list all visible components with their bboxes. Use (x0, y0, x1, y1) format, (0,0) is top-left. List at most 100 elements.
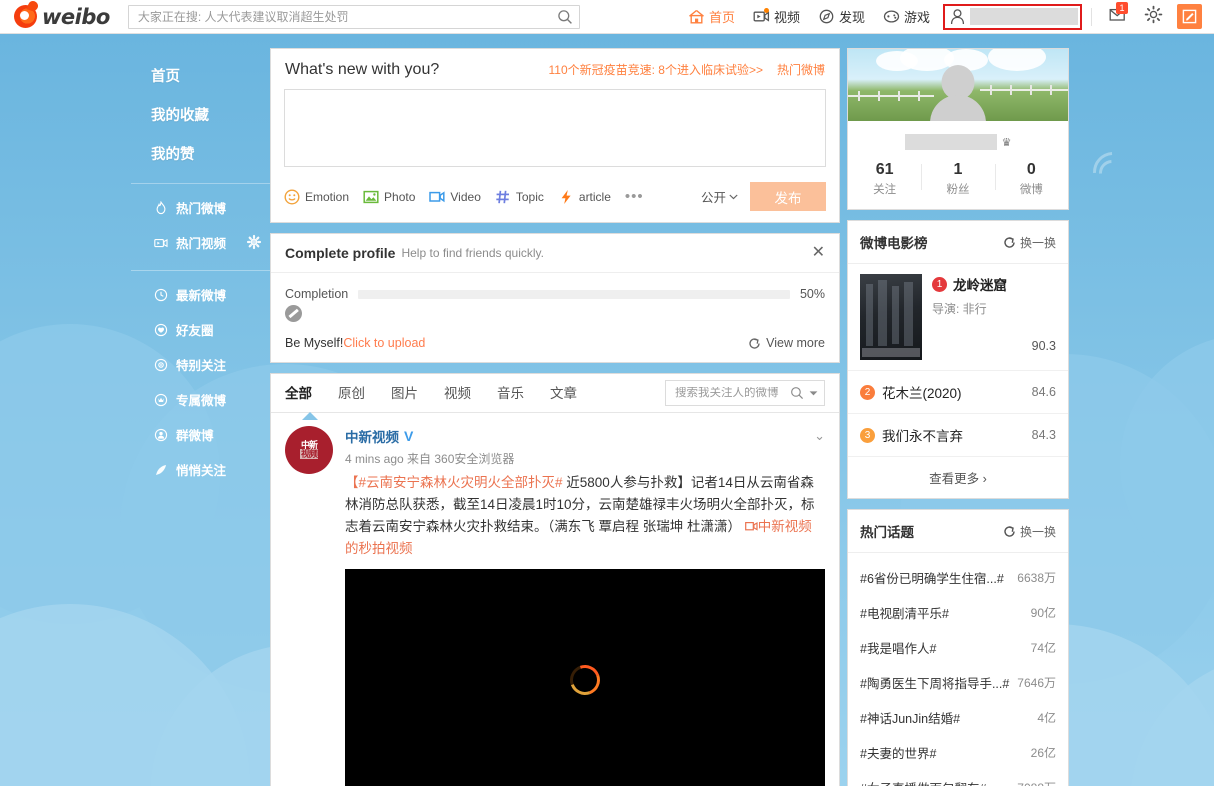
privacy-label: 公开 (700, 191, 726, 205)
topic-row[interactable]: #6省份已明确学生住宿...# 6638万 (848, 560, 1068, 595)
home-icon (688, 9, 705, 24)
video-icon (753, 8, 770, 24)
topic-count: 26亿 (1030, 746, 1056, 760)
feed-search-input[interactable] (675, 387, 785, 399)
user-account-box[interactable] (943, 3, 1082, 30)
more-tools-button[interactable]: ••• (625, 188, 644, 205)
feed-post: 中新 视频 中新视频 V ⌄ 4 mins ago 来自 360安全浏览器 【#… (271, 413, 839, 786)
movie-top-entry[interactable]: 1 龙岭迷窟 导演: 非行 90.3 (848, 264, 1068, 371)
close-icon[interactable]: ✕ (812, 245, 825, 261)
publish-button[interactable]: 发布 (750, 182, 826, 211)
weibo-eye-icon (14, 5, 37, 28)
sidebar-item-likes[interactable]: 我的赞 (131, 134, 270, 173)
compose-weibo-button[interactable] (1177, 4, 1202, 29)
movie-row[interactable]: 3 我们永不言弃 84.3 (848, 414, 1068, 457)
complete-profile-header: Complete profile Help to find friends qu… (271, 234, 839, 273)
article-tool[interactable]: article (558, 189, 611, 205)
nav-item-home[interactable]: 首页 (679, 0, 744, 34)
feather-icon (154, 463, 168, 477)
publisher-textarea[interactable] (284, 89, 826, 167)
post-body: 中新视频 V ⌄ 4 mins ago 来自 360安全浏览器 【#云南安宁森林… (345, 426, 825, 786)
settings-button[interactable] (1136, 5, 1171, 29)
nav-item-discover[interactable]: 发现 (809, 0, 874, 34)
search-icon[interactable] (557, 9, 573, 25)
privacy-selector[interactable]: 公开 (701, 187, 738, 206)
chevron-down-icon[interactable] (809, 390, 818, 397)
feed-search-box[interactable] (665, 380, 825, 406)
sidebar-item-exclusive-weibo[interactable]: 专属微博 (131, 382, 270, 417)
profile-name-row: ♛ (848, 121, 1068, 152)
topic-row[interactable]: #夫妻的世界# 26亿 (848, 735, 1068, 770)
sidebar-item-special-follow[interactable]: 特别关注 (131, 347, 270, 382)
topic-row[interactable]: #神话JunJin结婚# 4亿 (848, 700, 1068, 735)
topic-row[interactable]: #我是唱作人# 74亿 (848, 630, 1068, 665)
promo-link[interactable]: 110个新冠疫苗竞速: 8个进入临床试验>> (548, 61, 763, 78)
sidebar-item-hot-weibo[interactable]: 热门微博 (131, 190, 270, 225)
user-name-redacted (970, 8, 1078, 25)
post-author-name[interactable]: 中新视频 (345, 426, 399, 446)
feed-tab-bar: 全部 原创 图片 视频 音乐 文章 (271, 374, 839, 420)
publisher-title: What's new with you? (285, 61, 440, 78)
be-myself-label: Be Myself! (285, 336, 344, 350)
movie-title[interactable]: 龙岭迷窟 (953, 274, 1007, 294)
sidebar-item-hot-weibo-label: 热门微博 (176, 202, 227, 216)
sidebar-item-home[interactable]: 首页 (131, 56, 270, 95)
stat-following[interactable]: 61 关注 (848, 161, 921, 197)
topic-row[interactable]: #陶勇医生下周将指导手...# 7646万 (848, 665, 1068, 700)
tab-images[interactable]: 图片 (391, 374, 418, 413)
search-input[interactable] (137, 9, 557, 24)
topic-count: 6638万 (1017, 571, 1056, 585)
topic-tool[interactable]: Topic (495, 189, 544, 205)
emotion-tool[interactable]: Emotion (284, 188, 349, 205)
avatar[interactable] (928, 65, 988, 121)
topic-row[interactable]: #电视剧清平乐# 90亿 (848, 595, 1068, 630)
search-icon[interactable] (790, 386, 804, 400)
tab-all[interactable]: 全部 (285, 374, 312, 413)
stat-followers-label: 粉丝 (946, 184, 970, 196)
publisher-actions: 公开 发布 (701, 182, 826, 211)
tab-music[interactable]: 音乐 (497, 374, 524, 413)
stat-weibo-label: 微博 (1019, 184, 1043, 196)
nav-item-video[interactable]: 视频 (744, 0, 809, 34)
post-author-avatar[interactable]: 中新 视频 (285, 426, 333, 474)
sidebar-item-group-weibo[interactable]: 群微博 (131, 417, 270, 452)
photo-tool[interactable]: Photo (363, 189, 415, 205)
sidebar-item-latest-weibo[interactable]: 最新微博 (131, 277, 270, 312)
movie-row[interactable]: 2 花木兰(2020) 84.6 (848, 371, 1068, 414)
post-menu-chevron-down-icon[interactable]: ⌄ (814, 428, 825, 444)
post-video-player[interactable] (345, 569, 825, 786)
movie-view-more-link[interactable]: 查看更多 › (848, 457, 1068, 498)
sidebar-item-favorites[interactable]: 我的收藏 (131, 95, 270, 134)
click-to-upload-link[interactable]: Click to upload (343, 336, 425, 350)
global-search-box[interactable] (127, 4, 580, 29)
complete-profile-card: Complete profile Help to find friends qu… (270, 233, 840, 363)
avatar-placeholder-icon (285, 305, 302, 322)
view-more-button[interactable]: View more (748, 336, 825, 350)
video-tool[interactable]: Video (429, 189, 481, 205)
movie-poster-thumbnail[interactable] (860, 274, 922, 360)
post-hashtag[interactable]: #云南安宁森林火灾明火全部扑灭# (359, 475, 563, 490)
tab-video[interactable]: 视频 (444, 374, 471, 413)
hot-topics-refresh-button[interactable]: 换一换 (1003, 523, 1056, 540)
sidebar-item-friends-circle-label: 好友圈 (176, 324, 214, 338)
sidebar-settings-gear-icon[interactable] (246, 234, 262, 250)
sidebar-item-friends-circle[interactable]: 好友圈 (131, 312, 270, 347)
stat-followers[interactable]: 1 粉丝 (921, 161, 994, 197)
completion-row: Completion 50% (285, 287, 825, 301)
movie-chart-refresh-label: 换一换 (1019, 235, 1056, 250)
sidebar-item-quiet-follow[interactable]: 悄悄关注 (131, 452, 270, 487)
messages-button[interactable]: 1 (1101, 1, 1136, 28)
tab-article[interactable]: 文章 (550, 374, 577, 413)
topic-row[interactable]: #女子直播做面包翻车# 7088万 (848, 770, 1068, 786)
movie-chart-refresh-button[interactable]: 换一换 (1003, 234, 1056, 251)
active-tab-caret (302, 412, 318, 420)
movie-row-score: 84.3 (1031, 428, 1056, 442)
tab-original[interactable]: 原创 (338, 374, 365, 413)
hot-weibo-link[interactable]: 热门微博 (777, 61, 825, 78)
stat-weibo[interactable]: 0 微博 (994, 161, 1068, 197)
post-time[interactable]: 4 mins ago (345, 452, 404, 466)
top-nav-links: 首页 视频 发现 游戏 1 (679, 0, 1214, 34)
nav-item-games[interactable]: 游戏 (874, 0, 939, 34)
weibo-logo[interactable]: weibo (14, 5, 110, 29)
user-icon (950, 8, 965, 24)
